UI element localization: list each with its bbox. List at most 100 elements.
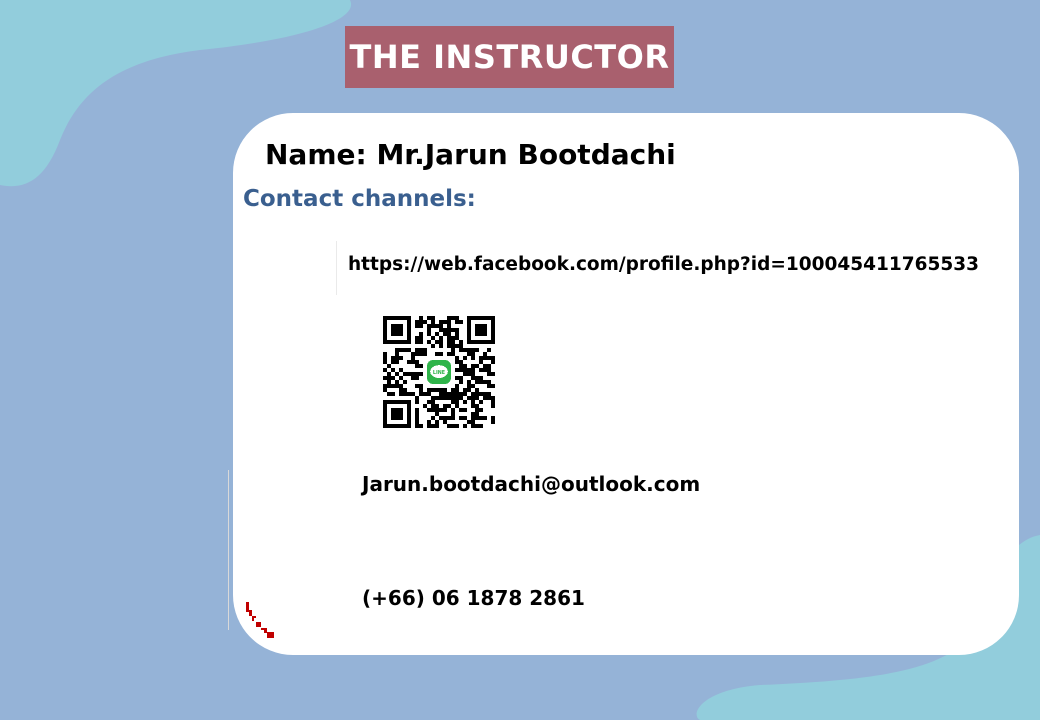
qr-module [435,404,439,408]
qr-module [407,392,411,396]
qr-module [487,380,491,384]
qr-module [415,384,419,388]
qr-module [475,412,479,416]
qr-module [427,328,431,332]
qr-module [463,400,467,404]
qr-module [399,348,403,352]
qr-module [467,380,471,384]
qr-module [419,388,423,392]
qr-module [403,392,407,396]
qr-module [427,420,431,424]
qr-module [483,380,487,384]
qr-module [411,352,415,356]
qr-module [459,396,463,400]
qr-module [455,332,459,336]
qr-module [423,352,427,356]
qr-module [451,348,455,352]
qr-module [451,316,455,320]
qr-module [387,392,391,396]
qr-module [415,360,419,364]
qr-module [443,392,447,396]
qr-module [419,336,423,340]
qr-module [487,356,491,360]
qr-module [419,332,423,336]
qr-module [431,416,435,420]
qr-module [423,404,427,408]
qr-module [475,424,479,428]
qr-module [399,368,403,372]
qr-module [475,348,479,352]
facebook-profile-link[interactable]: https://web.facebook.com/profile.php?id=… [348,254,979,275]
qr-module [415,416,419,420]
qr-module [459,344,463,348]
qr-module [431,388,435,392]
qr-module [395,352,399,356]
qr-module [467,368,471,372]
qr-module [483,368,487,372]
qr-module [387,364,391,368]
qr-module [491,420,495,424]
qr-module [431,324,435,328]
qr-module [435,424,439,428]
qr-module [479,400,483,404]
qr-module [471,352,475,356]
qr-module [407,360,411,364]
qr-module [491,416,495,420]
qr-module [435,352,439,356]
qr-module [439,328,443,332]
qr-module [459,360,463,364]
qr-module [391,376,395,380]
phone-icon [246,602,274,638]
qr-module [459,368,463,372]
qr-module [455,328,459,332]
qr-module [467,384,471,388]
qr-module [471,364,475,368]
qr-module [415,364,419,368]
phone-number: (+66) 06 1878 2861 [362,586,585,610]
qr-module [487,368,491,372]
qr-module [383,384,387,388]
qr-module [475,416,479,420]
qr-module [455,336,459,340]
qr-module [395,356,399,360]
qr-module [443,404,447,408]
line-qr-code-icon: LINE [383,316,495,428]
qr-module [431,408,435,412]
qr-module [391,356,395,360]
qr-module [439,320,443,324]
qr-module [383,356,387,360]
qr-module [471,372,475,376]
qr-module [451,344,455,348]
qr-module [471,424,475,428]
qr-module [387,380,391,384]
qr-module [467,388,471,392]
qr-module [427,392,431,396]
qr-module [419,324,423,328]
qr-module [467,420,471,424]
qr-module [451,352,455,356]
qr-module [415,352,419,356]
qr-module [479,356,483,360]
qr-module [431,320,435,324]
qr-module [395,372,399,376]
qr-module [451,424,455,428]
qr-module [427,332,431,336]
email-address: Jarun.bootdachi@outlook.com [362,472,701,496]
qr-module [431,404,435,408]
qr-module [387,376,391,380]
qr-module [403,372,407,376]
qr-module [427,324,431,328]
qr-module [443,420,447,424]
qr-module [451,388,455,392]
qr-module [403,380,407,384]
qr-module [455,424,459,428]
qr-module [463,408,467,412]
qr-module [391,384,395,388]
qr-module [471,400,475,404]
qr-module [431,344,435,348]
qr-module [455,376,459,380]
qr-module [479,380,483,384]
qr-module [427,424,431,428]
qr-module [447,316,451,320]
qr-module [451,396,455,400]
